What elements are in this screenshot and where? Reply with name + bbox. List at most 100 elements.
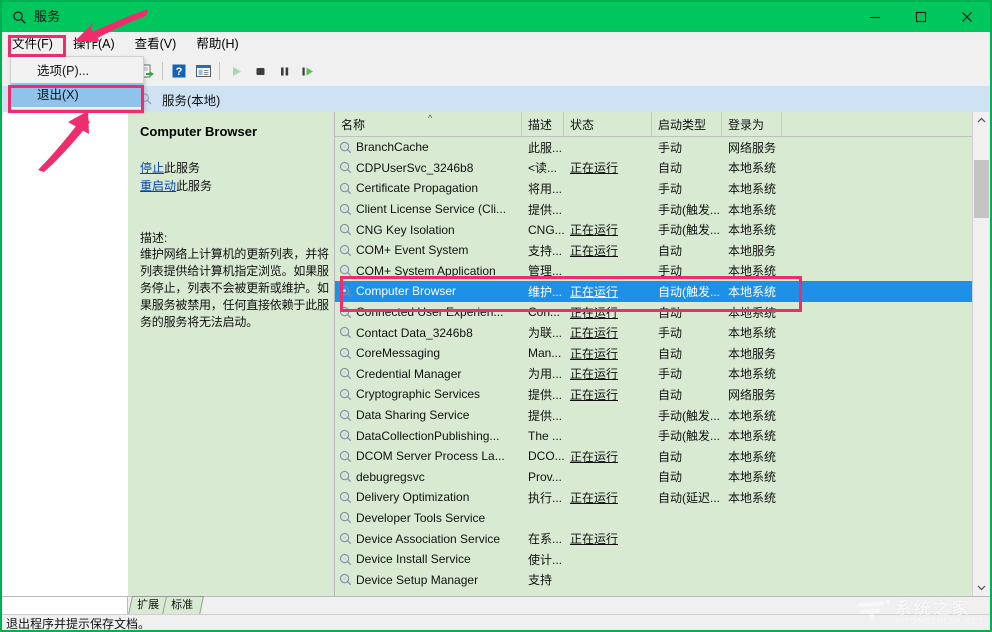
stop-service-link[interactable]: 停止	[140, 161, 164, 175]
table-row[interactable]: CNG Key IsolationCNG...正在运行手动(触发...本地系统	[335, 219, 990, 240]
table-row[interactable]: Developer Tools Service	[335, 508, 990, 529]
cell-service-name: CDPUserSvc_3246b8	[335, 158, 522, 179]
service-gear-icon	[339, 450, 352, 463]
table-row[interactable]: Connected User Experien...Con...正在运行自动本地…	[335, 302, 990, 323]
cell-description: 为联...	[522, 322, 564, 343]
table-row[interactable]: COM+ System Application管理...手动本地系统	[335, 261, 990, 282]
scroll-down-arrow-icon[interactable]	[973, 579, 990, 596]
cell-status	[564, 261, 652, 282]
cell-status	[564, 569, 652, 590]
close-button[interactable]	[944, 2, 990, 32]
table-row[interactable]: DataCollectionPublishing...The ...手动(触发.…	[335, 425, 990, 446]
restart-service-link-row: 重启动此服务	[140, 177, 326, 195]
service-gear-icon	[339, 285, 352, 298]
cell-description: 提供...	[522, 405, 564, 426]
cell-description: 使计...	[522, 549, 564, 570]
cell-startup-type: 自动	[652, 302, 722, 323]
stop-service-link-rest: 此服务	[164, 161, 200, 175]
table-row[interactable]: CoreMessagingMan...正在运行自动本地服务	[335, 343, 990, 364]
cell-service-name: Data Sharing Service	[335, 405, 522, 426]
cell-log-on-as: 本地系统	[722, 261, 782, 282]
restart-service-icon[interactable]	[296, 59, 320, 83]
show-hide-console-tree-icon[interactable]	[191, 59, 215, 83]
service-gear-icon	[339, 141, 352, 154]
cell-log-on-as	[722, 569, 782, 590]
tab-standard[interactable]: 标准	[162, 596, 204, 615]
table-row-selected[interactable]: Computer Browser维护...正在运行自动(触发...本地系统	[335, 281, 990, 302]
table-row[interactable]: DCOM Server Process La...DCO...正在运行自动本地系…	[335, 446, 990, 467]
service-gear-icon	[339, 244, 352, 257]
table-row[interactable]: Device Install Service使计...	[335, 549, 990, 570]
cell-description: 支持...	[522, 240, 564, 261]
column-startup-type[interactable]: 启动类型	[652, 112, 722, 136]
service-gear-icon	[339, 470, 352, 483]
scroll-up-arrow-icon[interactable]	[973, 112, 990, 129]
cell-description: 支持	[522, 569, 564, 590]
cell-description: 将用...	[522, 178, 564, 199]
maximize-button[interactable]	[898, 2, 944, 32]
cell-log-on-as: 本地系统	[722, 467, 782, 488]
cell-status: 正在运行	[564, 219, 652, 240]
stop-service-icon[interactable]	[248, 59, 272, 83]
cell-status: 正在运行	[564, 487, 652, 508]
column-name-label: 名称	[341, 116, 365, 133]
table-row[interactable]: Delivery Optimization执行...正在运行自动(延迟...本地…	[335, 487, 990, 508]
pause-service-icon[interactable]	[272, 59, 296, 83]
list-header: 名称 ^ 描述 状态 启动类型 登录为	[335, 112, 990, 137]
table-row[interactable]: Device Setup Manager支持	[335, 569, 990, 590]
minimize-button[interactable]	[852, 2, 898, 32]
start-service-icon[interactable]	[224, 59, 248, 83]
menu-item-options[interactable]: 选项(P)...	[11, 59, 143, 83]
column-log-on-as[interactable]: 登录为	[722, 112, 782, 136]
menu-item-exit[interactable]: 退出(X)	[11, 83, 143, 107]
cell-service-name: COM+ Event System	[335, 240, 522, 261]
scrollbar-thumb[interactable]	[974, 160, 989, 218]
cell-description: 提供...	[522, 384, 564, 405]
help-icon[interactable]: ?	[167, 59, 191, 83]
cell-description: Con...	[522, 302, 564, 323]
column-description[interactable]: 描述	[522, 112, 564, 136]
menu-help[interactable]: 帮助(H)	[186, 33, 248, 55]
cell-log-on-as: 本地系统	[722, 425, 782, 446]
table-row[interactable]: debugregsvcProv...自动本地系统	[335, 467, 990, 488]
table-row[interactable]: Device Association Service在系...正在运行	[335, 528, 990, 549]
cell-log-on-as: 本地服务	[722, 343, 782, 364]
menu-file[interactable]: 文件(F)	[2, 33, 63, 55]
table-row[interactable]: BranchCache此服...手动网络服务	[335, 137, 990, 158]
content-area: Computer Browser 停止此服务 重启动此服务 描述: 维护网络上计…	[2, 112, 990, 596]
table-row[interactable]: COM+ Event System支持...正在运行自动本地服务	[335, 240, 990, 261]
services-list-pane: 名称 ^ 描述 状态 启动类型 登录为 BranchCache此服...手动网络…	[335, 112, 990, 596]
cell-startup-type: 手动(触发...	[652, 199, 722, 220]
cell-status: 正在运行	[564, 158, 652, 179]
cell-startup-type: 自动	[652, 446, 722, 467]
toolbar-group-file: ?	[134, 56, 320, 86]
table-row[interactable]: Credential Manager为用...正在运行手动本地系统	[335, 364, 990, 385]
cell-service-name: Contact Data_3246b8	[335, 322, 522, 343]
menu-action[interactable]: 操作(A)	[63, 33, 125, 55]
cell-description	[522, 508, 564, 529]
vertical-scrollbar[interactable]	[972, 112, 990, 596]
cell-log-on-as: 本地系统	[722, 487, 782, 508]
cell-description: 管理...	[522, 261, 564, 282]
window-controls	[852, 2, 990, 32]
cell-status	[564, 178, 652, 199]
cell-description: 为用...	[522, 364, 564, 385]
cell-startup-type	[652, 549, 722, 570]
table-row[interactable]: Client License Service (Cli...提供...手动(触发…	[335, 199, 990, 220]
table-row[interactable]: Data Sharing Service提供...手动(触发...本地系统	[335, 405, 990, 426]
table-row[interactable]: Cryptographic Services提供...正在运行自动网络服务	[335, 384, 990, 405]
table-row[interactable]: Contact Data_3246b8为联...正在运行手动本地系统	[335, 322, 990, 343]
table-row[interactable]: CDPUserSvc_3246b8<读...正在运行自动本地系统	[335, 158, 990, 179]
cell-status: 正在运行	[564, 322, 652, 343]
column-status[interactable]: 状态	[564, 112, 652, 136]
menu-view[interactable]: 查看(V)	[125, 33, 187, 55]
cell-description: <读...	[522, 158, 564, 179]
cell-startup-type: 自动(触发...	[652, 281, 722, 302]
menu-bar: 文件(F) 操作(A) 查看(V) 帮助(H)	[2, 32, 990, 57]
service-gear-icon	[339, 491, 352, 504]
toolbar-separator-1	[162, 62, 163, 80]
table-row[interactable]: Certificate Propagation将用...手动本地系统	[335, 178, 990, 199]
service-gear-icon	[339, 223, 352, 236]
column-name[interactable]: 名称 ^	[335, 112, 522, 136]
restart-service-link[interactable]: 重启动	[140, 179, 176, 193]
